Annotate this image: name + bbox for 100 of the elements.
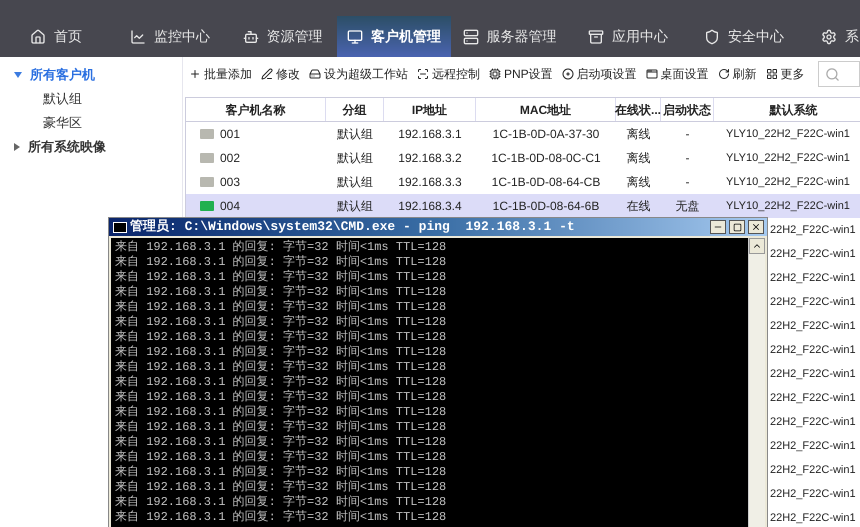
plus-icon (189, 68, 201, 80)
console-line: 来自 192.168.3.1 的回复: 字节=32 时间<1ms TTL=128 (115, 420, 448, 434)
column-header[interactable]: 分组 (326, 98, 384, 121)
table-cell-text: 192.168.3.3 (398, 174, 462, 191)
table-cell-text: 离线 (626, 150, 650, 167)
console-line: 来自 192.168.3.1 的回复: 字节=32 时间<1ms TTL=128 (115, 285, 448, 300)
maximize-button[interactable] (729, 220, 745, 234)
table-cell-text: 22H2_F22C-win1 (770, 342, 856, 358)
scrollbar[interactable] (748, 238, 765, 527)
table-cell-text: 22H2_F22C-win1 (770, 438, 856, 454)
scroll-up-button[interactable] (749, 238, 765, 254)
toolbar-button[interactable]: 更多 (766, 65, 805, 83)
grid-icon (766, 68, 778, 80)
console-line: 来自 192.168.3.1 的回复: 字节=32 时间<1ms TTL=128 (115, 360, 448, 374)
console-line: 来自 192.168.3.1 的回复: 字节=32 时间<1ms TTL=128 (115, 480, 448, 494)
console-icon (113, 222, 127, 232)
tree-item[interactable]: 所有系统映像 (28, 137, 106, 157)
table-cell-text: 22H2_F22C-win1 (770, 270, 856, 286)
console-line: 来自 192.168.3.1 的回复: 字节=32 时间<1ms TTL=128 (115, 330, 448, 344)
settings-icon (821, 28, 837, 44)
nav-tab[interactable]: 应用中心 (568, 16, 688, 57)
box-icon (588, 28, 604, 44)
table-cell-text: 192.168.3.1 (398, 126, 462, 143)
refresh-icon (718, 68, 730, 80)
nav-tab[interactable]: 监控中心 (112, 16, 228, 57)
table-cell-text: 002 (220, 150, 240, 167)
search-field[interactable] (818, 61, 860, 87)
window-title: 管理员: C:\Windows\system32\CMD.exe - ping 192.168.3.1 -t (130, 218, 576, 236)
table-cell-text: 1C-1B-0D-08-64-CB (492, 174, 600, 191)
nav-tab[interactable]: 安全中心 (688, 16, 800, 57)
table-cell-text: 离线 (626, 174, 650, 191)
table-cell-text: 003 (220, 174, 240, 191)
table-cell-text: 1C-1B-0D-08-0C-C1 (491, 150, 601, 167)
console-line: 来自 192.168.3.1 的回复: 字节=32 时间<1ms TTL=128 (115, 315, 448, 330)
table-cell-text: 默认组 (337, 150, 373, 167)
chip-icon (489, 68, 501, 80)
toolbar-button[interactable]: 修改 (261, 65, 300, 83)
console-line: 来自 192.168.3.1 的回复: 字节=32 时间<1ms TTL=128 (115, 510, 448, 525)
disc-icon (562, 68, 574, 80)
column-header[interactable]: 在线状... (616, 98, 661, 121)
toolbar-button[interactable]: 设为超级工作站 (309, 65, 408, 83)
expanded-arrow-icon[interactable] (14, 72, 22, 78)
console-line: 来自 192.168.3.1 的回复: 字节=32 时间<1ms TTL=128 (115, 300, 448, 314)
console-line: 来自 192.168.3.1 的回复: 字节=32 时间<1ms TTL=128 (115, 240, 448, 254)
table-row[interactable]: 004 默认组 192.168.3.4 1C-1B-0D-08-64-6B 在线 无盘 YLY10_22H2_F22C-win1 (186, 194, 860, 218)
table-cell-text: 22H2_F22C-win1 (770, 510, 856, 526)
column-header[interactable]: 客户机名称 (186, 98, 326, 121)
console-line: 来自 192.168.3.1 的回复: 字节=32 时间<1ms TTL=128 (115, 270, 448, 284)
table-cell-text: 1C-1B-0D-0A-37-30 (492, 126, 600, 143)
scan-icon (417, 68, 429, 80)
column-header[interactable]: IP地址 (384, 98, 476, 121)
console-line: 来自 192.168.3.1 的回复: 字节=32 时间<1ms TTL=128 (115, 390, 448, 404)
nav-tab[interactable]: 客户机管理 (337, 16, 451, 57)
window-icon (646, 68, 658, 80)
table-cell-text: 22H2_F22C-win1 (770, 222, 856, 238)
console-line: 来自 192.168.3.1 的回复: 字节=32 时间<1ms TTL=128 (115, 405, 448, 420)
tree-item[interactable]: 豪华区 (43, 113, 82, 133)
search-icon (825, 66, 840, 82)
toolbar-button[interactable]: 桌面设置 (646, 65, 709, 83)
table-cell-text: 22H2_F22C-win1 (770, 462, 856, 478)
nav-tab[interactable]: 服务器管理 (451, 16, 568, 57)
toolbar-button[interactable]: 启动项设置 (562, 65, 637, 83)
column-header[interactable]: MAC地址 (476, 98, 616, 121)
toolbar-button[interactable]: PNP设置 (489, 65, 553, 83)
nav-tab[interactable]: 资源管理 (228, 16, 337, 57)
home-icon (30, 28, 46, 44)
table-cell-text: 默认组 (337, 198, 373, 215)
close-icon (751, 222, 761, 232)
tree-item[interactable]: 所有客户机 (30, 65, 95, 85)
minimize-button[interactable] (710, 220, 726, 234)
table-cell-text: 22H2_F22C-win1 (770, 318, 856, 334)
table-cell-text: - (686, 174, 690, 191)
collapsed-arrow-icon[interactable] (14, 143, 20, 151)
column-header[interactable]: 默认系统 (714, 98, 860, 121)
table-cell-text: 默认组 (337, 126, 373, 143)
console-line: 来自 192.168.3.1 的回复: 字节=32 时间<1ms TTL=128 (115, 465, 448, 480)
table-cell-text: 192.168.3.4 (398, 198, 462, 215)
table-cell-text: 默认组 (337, 174, 373, 191)
console-line: 来自 192.168.3.1 的回复: 字节=32 时间<1ms TTL=128 (115, 345, 448, 360)
toolbar-button[interactable]: 远程控制 (417, 65, 480, 83)
close-button[interactable] (748, 220, 764, 234)
tree-item[interactable]: 默认组 (43, 89, 82, 109)
toolbar-button[interactable]: 刷新 (718, 65, 757, 83)
toolbar-button[interactable]: 批量添加 (189, 65, 252, 83)
table-cell-text: 1C-1B-0D-08-64-6B (492, 198, 600, 215)
table-cell-text: YLY10_22H2_F22C-win1 (726, 126, 850, 142)
drive-icon (309, 68, 321, 80)
server-icon (462, 28, 478, 44)
nav-tab[interactable]: 首页 (0, 16, 112, 57)
chart-icon (130, 28, 146, 44)
console-line: 来自 192.168.3.1 的回复: 字节=32 时间<1ms TTL=128 (115, 375, 448, 390)
table-cell-text: 无盘 (676, 198, 700, 215)
table-cell-text: 22H2_F22C-win1 (770, 414, 856, 430)
nav-tab[interactable]: 系 (800, 16, 860, 57)
robot-icon (242, 28, 258, 44)
column-header[interactable]: 启动状态 (661, 98, 714, 121)
table-cell-text: 192.168.3.2 (398, 150, 462, 167)
table-cell-text: - (686, 126, 690, 143)
table-cell-text: 22H2_F22C-win1 (770, 366, 856, 382)
maximize-icon (732, 222, 742, 232)
